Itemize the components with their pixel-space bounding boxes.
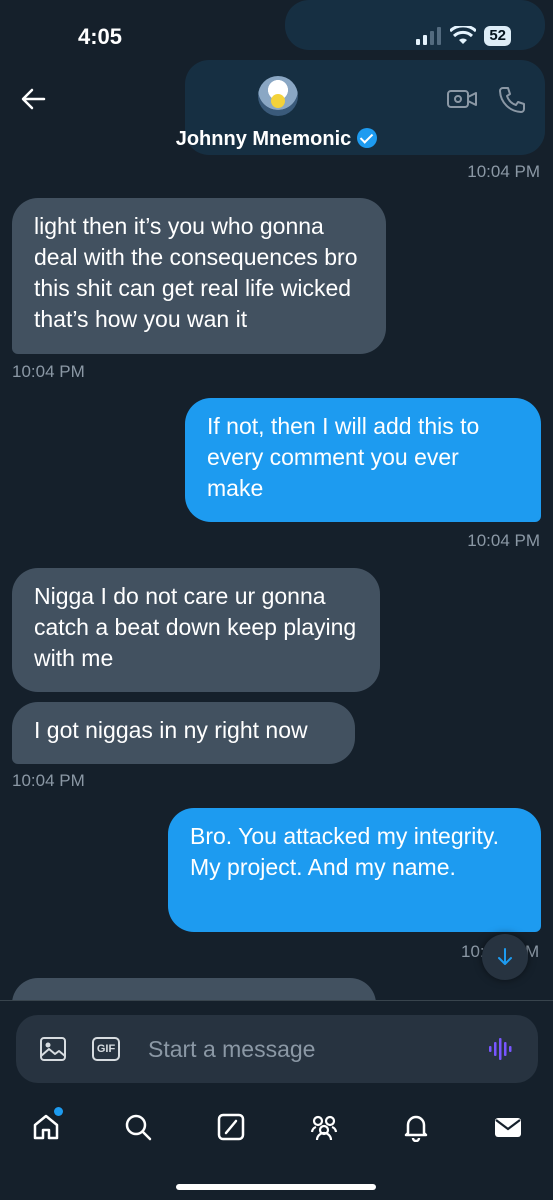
search-icon [125, 1114, 152, 1141]
message-bubble-incoming[interactable]: Nigga I do not care ur gonna catch a bea… [12, 568, 380, 692]
grok-icon [217, 1113, 245, 1141]
tab-communities[interactable] [304, 1107, 344, 1147]
home-indicator [176, 1184, 376, 1190]
message-bubble-outgoing[interactable]: Bro. You attacked my integrity. My proje… [168, 808, 541, 932]
status-time: 4:05 [78, 24, 123, 49]
message-timestamp: 10:04 PM [467, 162, 540, 181]
message-timestamp: 10:04 PM [12, 771, 85, 790]
arrow-down-icon [498, 948, 512, 965]
avatar[interactable] [258, 76, 298, 116]
faded-background-bubble [285, 0, 545, 50]
home-notification-dot [54, 1107, 63, 1116]
message-timestamp: 10:04 PM [12, 362, 85, 381]
message-input[interactable] [148, 1015, 468, 1083]
image-icon[interactable] [38, 1035, 68, 1063]
scroll-to-bottom-button[interactable] [482, 934, 528, 980]
home-icon [33, 1114, 59, 1140]
back-arrow-icon[interactable] [18, 84, 48, 114]
phone-call-icon[interactable] [496, 84, 528, 114]
bottom-area: GIF [0, 1000, 553, 1200]
tab-messages[interactable] [488, 1107, 528, 1147]
contact-name[interactable]: Johnny Mnemonic [0, 128, 553, 151]
message-bubble-incoming[interactable]: light then it’s you who gonna deal with … [12, 198, 386, 354]
avatar-smiley [271, 94, 285, 108]
communities-icon [310, 1115, 338, 1141]
tab-search[interactable] [118, 1107, 158, 1147]
gif-icon[interactable]: GIF [92, 1037, 120, 1061]
message-bubble-incoming[interactable]: I got niggas in ny right now [12, 702, 355, 764]
voice-message-icon[interactable] [486, 1035, 516, 1063]
notifications-icon [404, 1115, 428, 1142]
message-bubble-outgoing[interactable]: If not, then I will add this to every co… [185, 398, 541, 522]
messages-icon [495, 1118, 521, 1137]
tab-notifications[interactable] [396, 1107, 436, 1147]
contact-name-text: Johnny Mnemonic [175, 128, 352, 150]
message-composer: GIF [16, 1015, 538, 1083]
tab-bar [0, 1107, 553, 1157]
verified-badge-icon [357, 128, 378, 148]
conversation-header: Johnny Mnemonic [0, 70, 553, 160]
tab-grok[interactable] [211, 1107, 251, 1147]
message-timestamp: 10:04 PM [467, 531, 540, 550]
video-call-icon[interactable] [446, 84, 478, 114]
